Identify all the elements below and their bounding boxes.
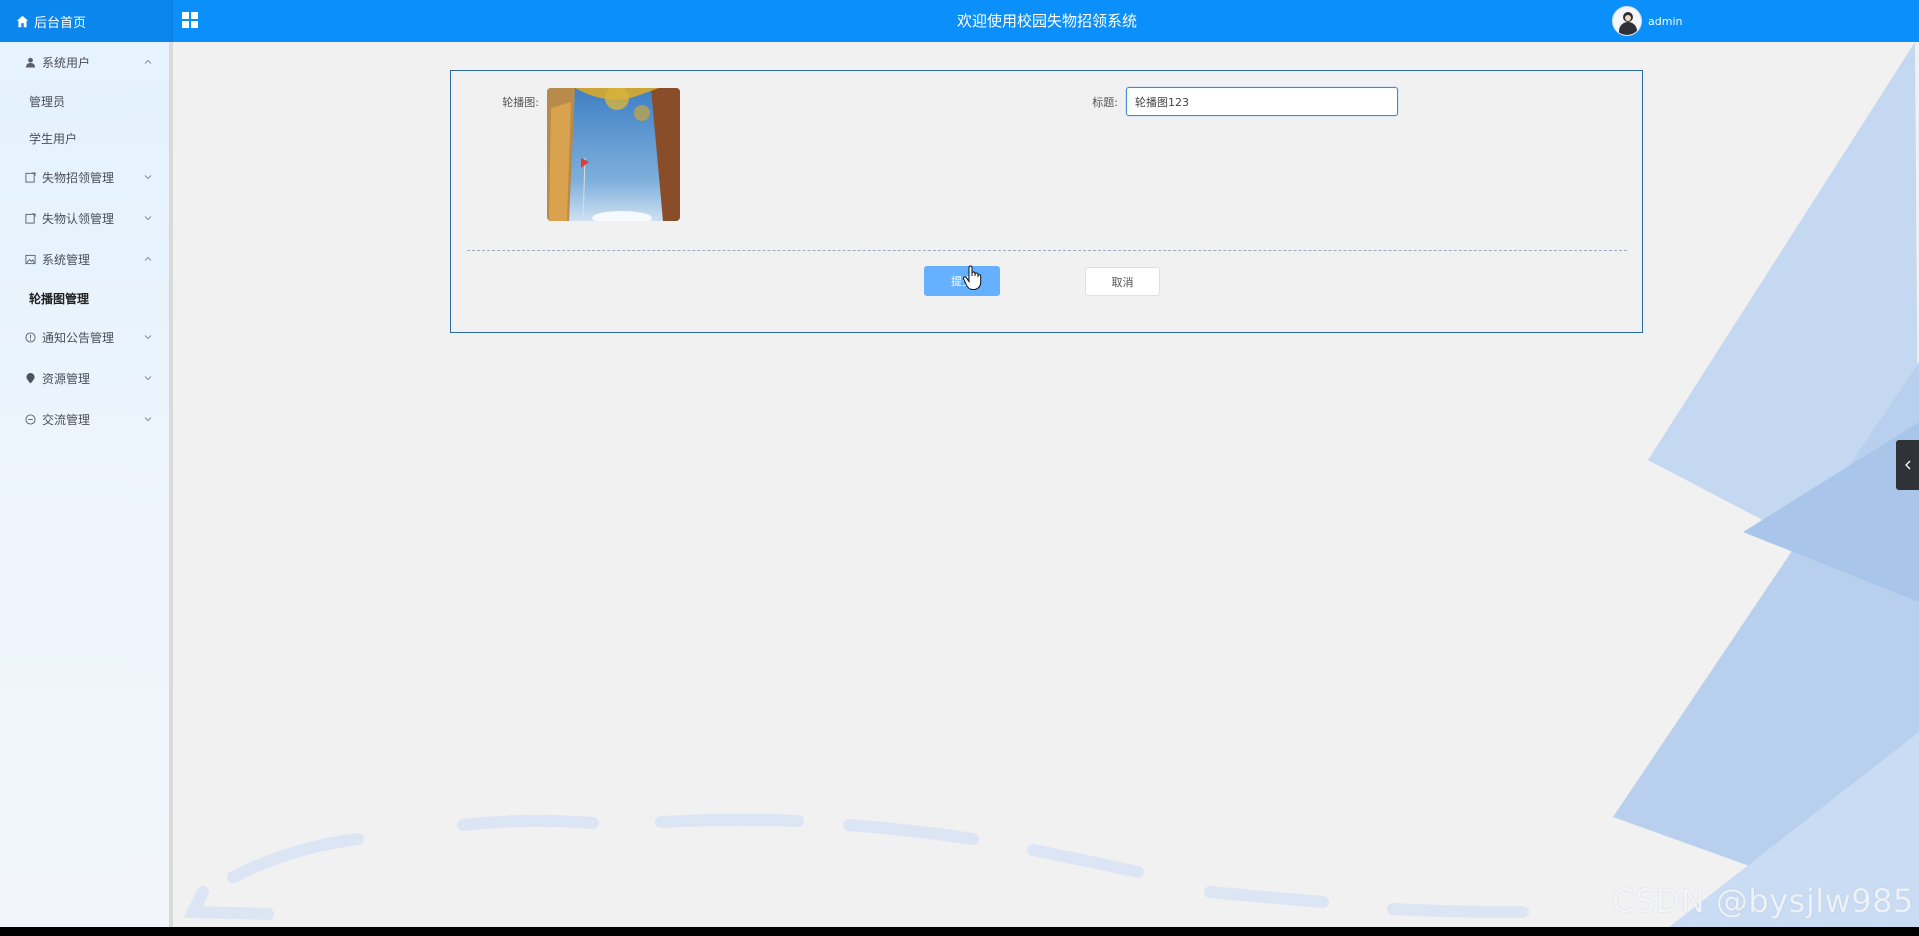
carousel-image-preview <box>547 88 680 221</box>
user-menu[interactable]: admin <box>1612 6 1682 36</box>
carousel-image-upload[interactable] <box>547 88 680 221</box>
sidebar-item-label: 系统管理 <box>42 253 91 267</box>
sidebar-item-label: 失物认领管理 <box>42 212 115 226</box>
bottom-strip <box>0 927 1919 936</box>
sidebar-item-label: 系统用户 <box>42 56 91 70</box>
cancel-button[interactable]: 取消 <box>1085 267 1160 296</box>
app-window: 后台首页 欢迎使用校园失物招领系统 admin 系统用户 管理员 学生用户 失物… <box>0 0 1919 927</box>
info-icon <box>25 332 36 343</box>
image-icon <box>25 254 36 265</box>
chevron-up-icon <box>144 256 152 261</box>
doc-icon <box>25 172 36 183</box>
chevron-down-icon <box>144 175 152 180</box>
avatar <box>1612 6 1642 36</box>
chevron-down-icon <box>144 417 152 422</box>
chevron-up-icon <box>144 59 152 64</box>
user-icon <box>25 57 36 68</box>
watermark: CSDN @bysjlw985 <box>1612 882 1914 920</box>
sidebar-item-lost-found[interactable]: 失物招领管理 <box>0 157 169 198</box>
submit-button[interactable]: 提交 <box>924 266 1000 296</box>
title-label: 标题: <box>1092 96 1118 109</box>
sidebar-item-system-management[interactable]: 系统管理 <box>0 239 169 280</box>
username: admin <box>1648 14 1683 28</box>
chevron-down-icon <box>144 216 152 221</box>
sidebar-item-label: 通知公告管理 <box>42 331 115 345</box>
home-label: 后台首页 <box>34 15 87 31</box>
doc-icon <box>25 213 36 224</box>
top-navbar: 后台首页 欢迎使用校园失物招领系统 admin <box>0 0 1919 42</box>
carousel-image-label: 轮播图: <box>502 96 539 109</box>
menu-grid-icon[interactable] <box>182 12 200 30</box>
chevron-down-icon <box>144 335 152 340</box>
side-panel-toggle[interactable] <box>1896 440 1919 490</box>
home-icon <box>16 15 29 27</box>
sidebar-item-claims[interactable]: 失物认领管理 <box>0 198 169 239</box>
form-divider <box>467 250 1627 251</box>
sidebar-item-resources[interactable]: 资源管理 <box>0 358 169 399</box>
carousel-edit-form: 轮播图: 标题: 轮播图123 提交 取消 <box>450 70 1643 333</box>
sidebar-item-label: 失物招领管理 <box>42 171 115 185</box>
sidebar-subitem-students[interactable]: 学生用户 <box>0 120 169 157</box>
sidebar-item-label: 资源管理 <box>42 372 91 386</box>
page-title: 欢迎使用校园失物招领系统 <box>956 12 1137 30</box>
sidebar-subitem-carousel[interactable]: 轮播图管理 <box>0 280 169 317</box>
sidebar-item-notices[interactable]: 通知公告管理 <box>0 317 169 358</box>
sidebar-item-communication[interactable]: 交流管理 <box>0 399 169 440</box>
location-icon <box>26 373 35 384</box>
home-link[interactable]: 后台首页 <box>0 0 173 42</box>
chevron-down-icon <box>144 376 152 381</box>
sidebar-item-label: 交流管理 <box>42 413 91 427</box>
sidebar-item-system-users[interactable]: 系统用户 <box>0 42 169 83</box>
chevron-left-icon <box>1904 460 1910 470</box>
sidebar: 系统用户 管理员 学生用户 失物招领管理 失物认领管理 系统管理 轮播图管理 通… <box>0 42 173 927</box>
chat-icon <box>25 414 36 425</box>
title-input[interactable] <box>1126 87 1398 116</box>
sidebar-subitem-admin[interactable]: 管理员 <box>0 83 169 120</box>
